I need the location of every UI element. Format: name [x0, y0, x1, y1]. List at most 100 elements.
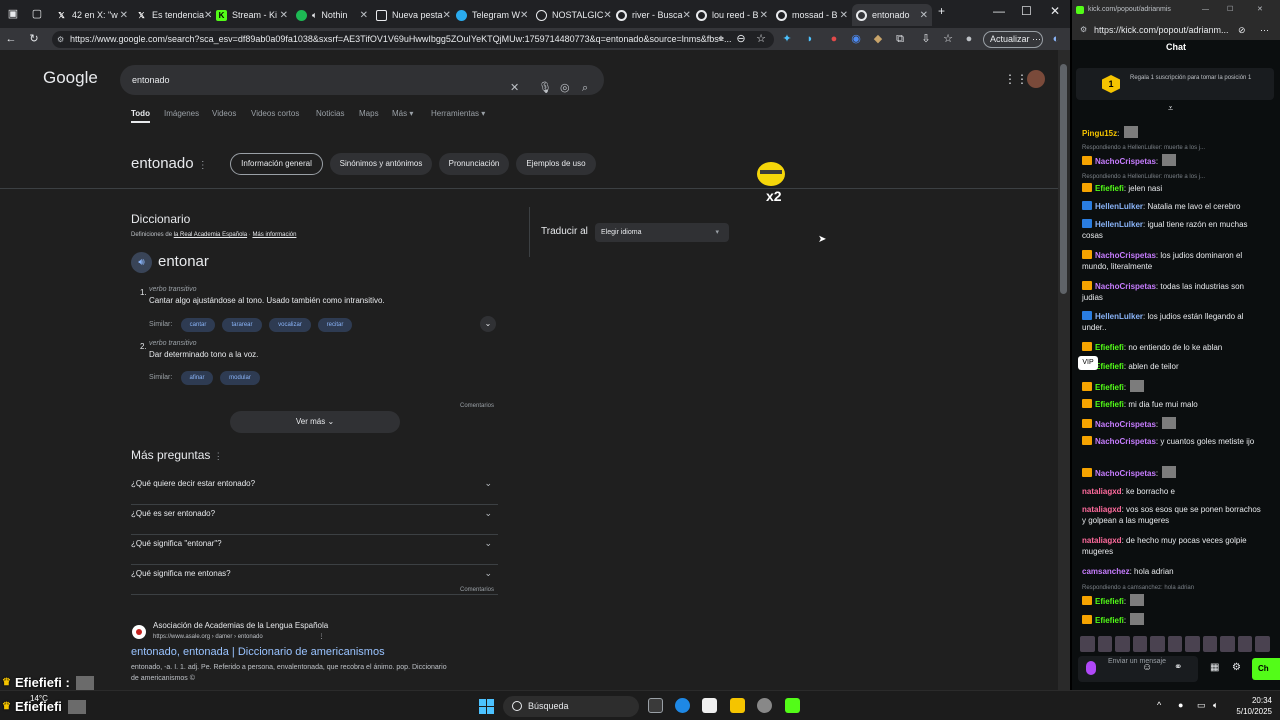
close-icon[interactable]: ✕	[280, 10, 288, 21]
nav-tab-more[interactable]: Más ▾	[392, 109, 413, 118]
minimize-icon[interactable]: —	[993, 4, 1005, 18]
new-tab-button[interactable]: +	[938, 4, 945, 18]
tab-9[interactable]: lou reed - B ✕	[692, 4, 772, 26]
more-options-icon[interactable]: ⋮	[318, 634, 324, 640]
extension-icon[interactable]: ◆	[871, 32, 885, 46]
collapse-icon[interactable]: ⩡	[1168, 103, 1173, 114]
similar-chip[interactable]: modular	[220, 371, 260, 385]
chat-username[interactable]: nataliagxd	[1082, 536, 1122, 545]
similar-chip[interactable]: recitar	[318, 318, 352, 332]
extension-badge-icon[interactable]: ●	[827, 32, 841, 46]
chat-username[interactable]: HellenLulker	[1095, 312, 1143, 321]
chat-username[interactable]: Efiefiefi	[1095, 184, 1124, 193]
profile-menu-icon[interactable]: ▣	[6, 7, 20, 21]
emote[interactable]	[1220, 636, 1235, 652]
more-icon[interactable]: ⋯	[1260, 20, 1269, 40]
chat-username[interactable]: NachoCrispetas	[1095, 469, 1156, 478]
copilot-icon[interactable]: ◐	[1049, 32, 1063, 46]
site-info-icon[interactable]: ⚙	[1080, 20, 1087, 40]
emote[interactable]	[1115, 636, 1130, 652]
search-icon[interactable]: ⌕	[582, 73, 588, 103]
tab-7[interactable]: NOSTALGIC ✕	[532, 4, 612, 26]
maximize-icon[interactable]: ☐	[1227, 0, 1233, 20]
more-options-icon[interactable]: ⋮	[198, 160, 208, 171]
google-logo[interactable]: Google	[43, 68, 98, 88]
send-chat-button[interactable]: Ch	[1252, 658, 1280, 680]
site-info-icon[interactable]: ⚙	[57, 31, 64, 48]
minimize-icon[interactable]: —	[1202, 0, 1209, 20]
similar-chip[interactable]: cantar	[181, 318, 215, 332]
location-icon[interactable]: ⌖	[714, 32, 728, 46]
scroll-thumb[interactable]	[1060, 64, 1067, 294]
account-avatar[interactable]	[1027, 70, 1045, 88]
task-view-icon[interactable]	[648, 698, 663, 713]
emote[interactable]	[1237, 636, 1253, 652]
similar-chip[interactable]: vocalizar	[269, 318, 311, 332]
comments-link[interactable]: Comentarios	[460, 403, 494, 409]
chat-username[interactable]: NachoCrispetas	[1095, 157, 1156, 166]
tracking-prevention-icon[interactable]: ⊘	[1238, 20, 1246, 40]
search-input[interactable]: entonado ✕ 🎙︎ ◎ ⌕	[120, 65, 604, 95]
faq-item[interactable]: ¿Qué significa me entonas? ⌄	[131, 565, 498, 595]
chat-username[interactable]: HellenLulker	[1095, 202, 1143, 211]
favorites-icon[interactable]: ☆	[941, 32, 955, 46]
tab-active-entonado[interactable]: entonado ✕	[852, 4, 932, 26]
close-icon[interactable]: ✕	[443, 10, 451, 21]
nav-tab-short-videos[interactable]: Videos cortos	[251, 109, 299, 118]
language-select[interactable]: Elegir idioma ▾	[595, 223, 729, 242]
chat-username[interactable]: NachoCrispetas	[1095, 420, 1156, 429]
nav-tab-tools[interactable]: Herramientas ▾	[431, 109, 485, 118]
chat-username[interactable]: Pingu15z	[1082, 129, 1117, 138]
mic-tray-icon[interactable]: ●	[1178, 700, 1183, 710]
page-scrollbar[interactable]	[1058, 50, 1070, 690]
chat-username[interactable]: Efiefiefi	[1095, 383, 1124, 392]
downloads-icon[interactable]: ⇩	[919, 32, 933, 46]
gift-sub-leaderboard[interactable]: 1 Regala 1 suscripción para tomar la pos…	[1076, 68, 1274, 100]
close-icon[interactable]: ✕	[204, 10, 212, 21]
taskbar-clock[interactable]: 20:34 5/10/2025	[1228, 695, 1272, 717]
nav-tab-news[interactable]: Noticias	[316, 109, 344, 118]
tab-4[interactable]: 🔈︎ Nothin ✕	[292, 4, 372, 26]
faq-item[interactable]: ¿Qué es ser entonado? ⌄	[131, 505, 498, 535]
emote-bar[interactable]	[1080, 636, 1271, 652]
reply-context[interactable]: Respondiendo a camsanchez: hola adrian	[1082, 583, 1264, 594]
close-icon[interactable]: ✕	[920, 10, 928, 21]
tab-8[interactable]: river - Busca ✕	[612, 4, 692, 26]
result-title-link[interactable]: entonado, entonada | Diccionario de amer…	[131, 646, 385, 658]
chat-username[interactable]: Efiefiefi	[1095, 597, 1124, 606]
update-button[interactable]: Actualizar ⋯	[983, 31, 1043, 48]
extension-icon[interactable]: ◗	[803, 32, 817, 46]
close-icon[interactable]: ✕	[603, 10, 611, 21]
kick-address-bar[interactable]: ⚙ https://kick.com/popout/adrianm... ⊘ ⋯	[1072, 20, 1280, 40]
similar-chip[interactable]: tararear	[222, 318, 262, 332]
emote[interactable]	[1185, 636, 1200, 652]
pronunciation-speaker-icon[interactable]: 🔊︎	[131, 252, 152, 273]
comments-link[interactable]: Comentarios	[460, 587, 494, 593]
tab-1[interactable]: 𝕏 42 en X: "w ✕	[52, 4, 132, 26]
mic-icon[interactable]	[1086, 661, 1096, 675]
kick-app-icon[interactable]	[785, 698, 800, 713]
file-explorer-icon[interactable]	[730, 698, 745, 713]
start-button[interactable]	[479, 699, 494, 714]
chip-general-info[interactable]: Información general	[230, 153, 323, 175]
extension-icon[interactable]: ✦	[780, 32, 794, 46]
voice-search-icon[interactable]: 🎙︎	[538, 73, 552, 103]
chat-username[interactable]: nataliagxd	[1082, 487, 1122, 496]
edge-icon[interactable]	[675, 698, 690, 713]
address-bar[interactable]: ⚙ https://www.google.com/search?sca_esv=…	[52, 31, 774, 48]
close-icon[interactable]: ✕	[120, 10, 128, 21]
chip-synonyms[interactable]: Sinónimos y antónimos	[330, 153, 432, 175]
tab-actions-icon[interactable]: ▢	[30, 7, 44, 21]
back-icon[interactable]: ←	[4, 32, 18, 46]
clear-icon[interactable]: ✕	[510, 73, 519, 103]
chat-username[interactable]: Efiefiefi	[1095, 400, 1124, 409]
volume-icon[interactable]: 🔈︎	[1213, 700, 1218, 711]
see-more-button[interactable]: Ver más ⌄	[230, 411, 400, 433]
app-icon[interactable]	[757, 698, 772, 713]
chat-username[interactable]: Efiefiefi	[1095, 343, 1124, 352]
apps-grid-icon[interactable]: ⋮⋮	[1004, 72, 1028, 86]
tab-3[interactable]: K Stream - Ki ✕	[212, 4, 292, 26]
emote[interactable]	[1167, 636, 1183, 652]
more-info-link[interactable]: Más información	[252, 232, 296, 238]
window-close-icon[interactable]: ✕	[1257, 0, 1263, 20]
